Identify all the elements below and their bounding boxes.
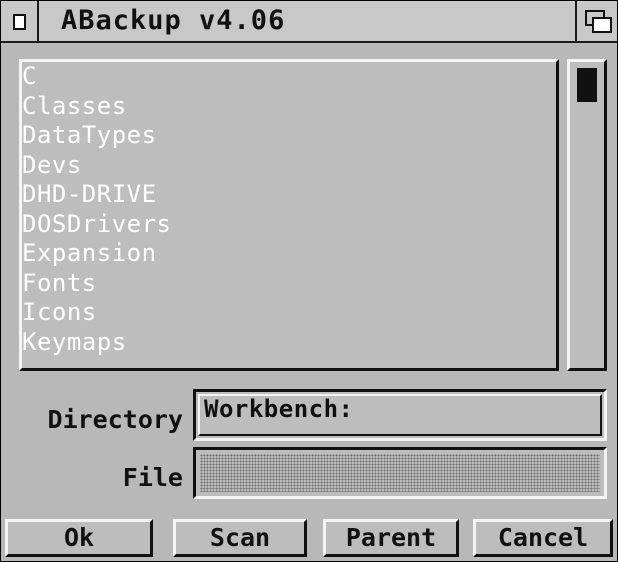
- vertical-scrollbar[interactable]: [567, 59, 607, 371]
- parent-button[interactable]: Parent: [323, 519, 459, 557]
- file-label: File: [122, 463, 183, 492]
- depth-arrange-icon[interactable]: [575, 1, 617, 41]
- file-field-value[interactable]: [200, 454, 600, 492]
- directory-value[interactable]: Workbench:: [204, 395, 354, 423]
- list-item[interactable]: Keymaps: [22, 328, 556, 358]
- cancel-button[interactable]: Cancel: [473, 519, 613, 557]
- window-title: ABackup v4.06: [61, 5, 286, 36]
- list-item[interactable]: DataTypes: [22, 121, 556, 151]
- list-item[interactable]: DOSDrivers: [22, 210, 556, 240]
- file-field[interactable]: [193, 447, 607, 499]
- list-item[interactable]: Devs: [22, 151, 556, 181]
- ok-button[interactable]: Ok: [5, 519, 153, 557]
- scrollbar-knob[interactable]: [577, 68, 597, 102]
- scan-button[interactable]: Scan: [173, 519, 307, 557]
- list-item[interactable]: Expansion: [22, 239, 556, 269]
- directory-label: Directory: [47, 405, 183, 434]
- abackup-window: ABackup v4.06 C Classes DataTypes Devs D…: [0, 0, 618, 562]
- list-item[interactable]: Icons: [22, 298, 556, 328]
- list-item[interactable]: DHD-DRIVE: [22, 180, 556, 210]
- list-item[interactable]: C: [22, 62, 556, 92]
- depth-front-square: [592, 17, 612, 33]
- title-bar[interactable]: ABackup v4.06: [1, 1, 617, 43]
- list-item[interactable]: Fonts: [22, 269, 556, 299]
- directory-field[interactable]: Workbench:: [193, 389, 607, 441]
- close-icon[interactable]: [1, 1, 39, 41]
- directory-listview[interactable]: C Classes DataTypes Devs DHD-DRIVE DOSDr…: [19, 59, 559, 371]
- list-item[interactable]: Classes: [22, 92, 556, 122]
- close-gadget-box: [13, 14, 26, 30]
